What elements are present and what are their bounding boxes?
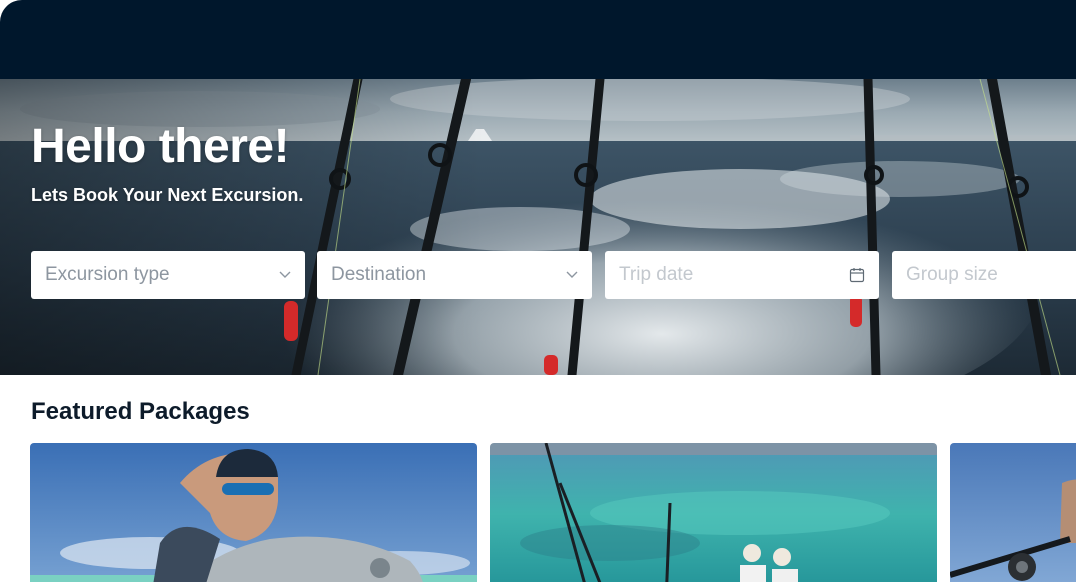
excursion-type-placeholder: Excursion type — [45, 264, 170, 285]
featured-package-card[interactable] — [950, 443, 1076, 582]
featured-package-card[interactable] — [490, 443, 937, 582]
hero-title: Hello there! — [31, 120, 290, 173]
package-image-angler-reel — [950, 443, 1076, 582]
chevron-down-icon — [279, 271, 291, 279]
featured-package-card[interactable] — [30, 443, 477, 582]
package-image-reef-boat — [490, 443, 937, 582]
hero-banner: Hello there! Lets Book Your Next Excursi… — [0, 79, 1076, 375]
trip-date-placeholder: Trip date — [619, 264, 694, 285]
destination-placeholder: Destination — [331, 264, 427, 285]
featured-packages-title: Featured Packages — [31, 398, 250, 425]
page: Hello there! Lets Book Your Next Excursi… — [0, 0, 1076, 582]
top-navigation-bar — [0, 0, 1076, 79]
calendar-icon[interactable] — [849, 267, 865, 283]
trip-date-input[interactable]: Trip date — [605, 251, 879, 299]
chevron-down-icon — [566, 271, 578, 279]
group-size-placeholder: Group size — [906, 264, 998, 285]
package-image-angler-with-fish — [30, 443, 477, 582]
destination-select[interactable]: Destination — [317, 251, 592, 299]
hero-subtitle: Lets Book Your Next Excursion. — [31, 185, 304, 205]
group-size-input[interactable]: Group size — [892, 251, 1076, 299]
excursion-type-select[interactable]: Excursion type — [31, 251, 305, 299]
